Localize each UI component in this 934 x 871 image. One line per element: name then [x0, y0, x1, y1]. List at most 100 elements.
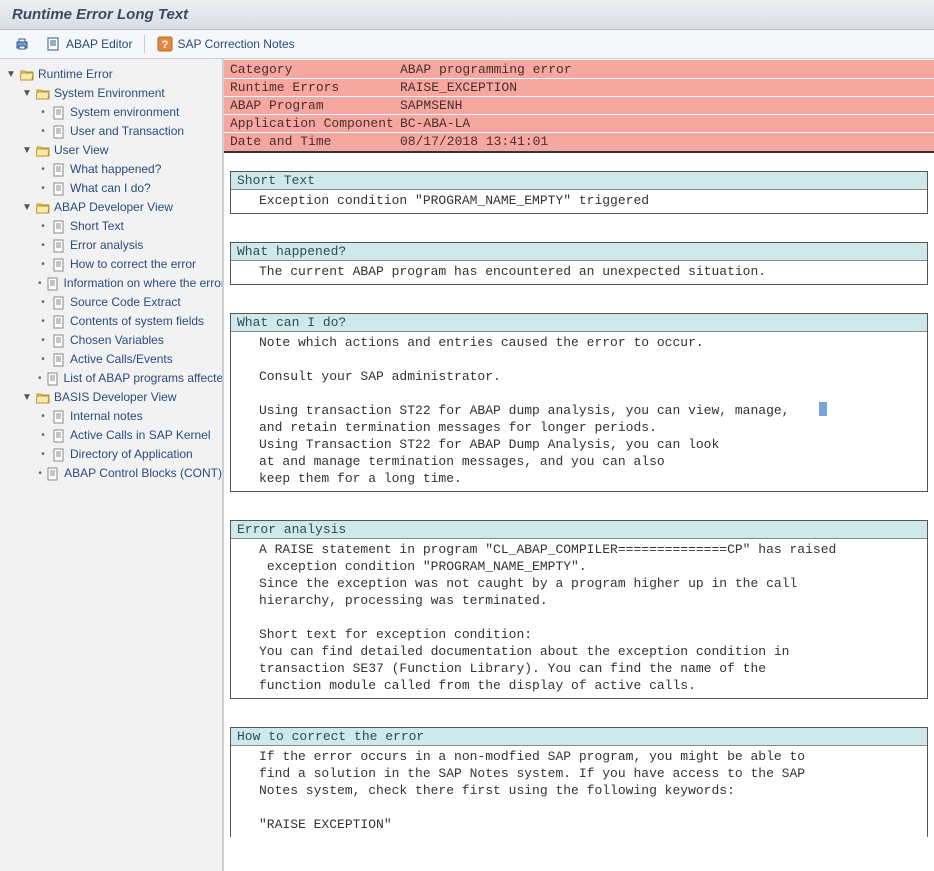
document-icon [46, 277, 60, 291]
tree-user-view[interactable]: ▼ User View [22, 141, 222, 160]
section-what-happened: What happened? The current ABAP program … [230, 242, 928, 285]
bullet-icon: • [38, 275, 42, 292]
section-header: What can I do? [231, 314, 927, 332]
tree-label: User and Transaction [70, 123, 184, 140]
section-body: Exception condition "PROGRAM_NAME_EMPTY"… [231, 190, 927, 213]
chevron-down-icon[interactable]: ▼ [22, 146, 32, 156]
tree-item[interactable]: • Internal notes [38, 407, 222, 426]
tree-item[interactable]: • Error analysis [38, 236, 222, 255]
tree-item[interactable]: •What happened? [38, 160, 222, 179]
document-icon [52, 448, 66, 462]
bullet-icon: • [38, 332, 48, 349]
bullet-icon: • [38, 351, 48, 368]
bullet-icon: • [38, 256, 48, 273]
tree-label: Source Code Extract [70, 294, 181, 311]
section-header: Short Text [231, 172, 927, 190]
document-icon [46, 467, 60, 481]
tree-item[interactable]: • Chosen Variables [38, 331, 222, 350]
document-icon [52, 125, 66, 139]
tree-label: Information on where the error occurred [64, 275, 223, 292]
tree-item[interactable]: • Active Calls/Events [38, 350, 222, 369]
document-icon [52, 429, 66, 443]
tree-label: How to correct the error [70, 256, 196, 273]
tree-label: Runtime Error [38, 66, 113, 83]
bullet-icon: • [38, 237, 48, 254]
chevron-down-icon[interactable]: ▼ [22, 393, 32, 403]
section-body: A RAISE statement in program "CL_ABAP_CO… [231, 539, 927, 698]
folder-open-icon [36, 87, 50, 101]
tree-item[interactable]: • System environment [38, 103, 222, 122]
section-body: The current ABAP program has encountered… [231, 261, 927, 284]
kv-value: BC-ABA-LA [400, 115, 470, 132]
error-header-block: CategoryABAP programming error Runtime E… [224, 60, 934, 153]
document-icon [46, 372, 60, 386]
tree-label: System environment [70, 104, 179, 121]
bullet-icon: • [38, 104, 48, 121]
tree-basis-developer-view[interactable]: ▼ BASIS Developer View [22, 388, 222, 407]
tree-item[interactable]: • ABAP Control Blocks (CONT) [38, 464, 222, 483]
tree-label: Short Text [70, 218, 124, 235]
tree-label: ABAP Developer View [54, 199, 173, 216]
bullet-icon: • [38, 180, 48, 197]
toolbar: ABAP Editor ? SAP Correction Notes [0, 30, 934, 59]
text-cursor [819, 402, 827, 416]
tree-item[interactable]: • Source Code Extract [38, 293, 222, 312]
folder-open-icon [36, 144, 50, 158]
document-icon [52, 315, 66, 329]
navigation-tree: ▼ Runtime Error ▼ System Environment • Sy… [0, 59, 223, 871]
bullet-icon: • [38, 408, 48, 425]
folder-open-icon [36, 391, 50, 405]
section-how-to-correct: How to correct the error If the error oc… [230, 727, 928, 837]
bullet-icon: • [38, 123, 48, 140]
document-icon [52, 353, 66, 367]
tree-label: Active Calls/Events [70, 351, 173, 368]
tree-label: Chosen Variables [70, 332, 164, 349]
bullet-icon: • [38, 427, 48, 444]
tree-item[interactable]: • Short Text [38, 217, 222, 236]
tree-label: ABAP Control Blocks (CONT) [64, 465, 222, 482]
tree-label: Directory of Application [70, 446, 193, 463]
tree-item[interactable]: • How to correct the error [38, 255, 222, 274]
tree-root-runtime-error[interactable]: ▼ Runtime Error [6, 65, 222, 84]
tree-label: What can I do? [70, 180, 151, 197]
svg-text:?: ? [162, 39, 169, 51]
tree-label: User View [54, 142, 108, 159]
chevron-down-icon[interactable]: ▼ [22, 89, 32, 99]
bullet-icon: • [38, 465, 42, 482]
kv-value: SAPMSENH [400, 97, 462, 114]
tree-label: Internal notes [70, 408, 143, 425]
tree-label: Active Calls in SAP Kernel [70, 427, 211, 444]
sap-correction-notes-button[interactable]: ? SAP Correction Notes [153, 34, 298, 54]
bullet-icon: • [38, 161, 48, 178]
section-header: How to correct the error [231, 728, 927, 746]
document-icon [52, 410, 66, 424]
abap-editor-button[interactable]: ABAP Editor [42, 34, 136, 54]
tree-item[interactable]: • User and Transaction [38, 122, 222, 141]
section-short-text: Short Text Exception condition "PROGRAM_… [230, 171, 928, 214]
print-icon[interactable] [10, 34, 34, 54]
chevron-down-icon[interactable]: ▼ [6, 70, 16, 80]
tree-label: Error analysis [70, 237, 143, 254]
kv-key: Runtime Errors [230, 79, 400, 96]
kv-key: Category [230, 61, 400, 78]
tree-item[interactable]: •Contents of system fields [38, 312, 222, 331]
bullet-icon: • [38, 218, 48, 235]
tree-item[interactable]: • What can I do? [38, 179, 222, 198]
tree-system-environment[interactable]: ▼ System Environment [22, 84, 222, 103]
tree-item[interactable]: •List of ABAP programs affected [38, 369, 222, 388]
tree-label: List of ABAP programs affected [64, 370, 223, 387]
sap-notes-label: SAP Correction Notes [177, 37, 294, 51]
tree-item[interactable]: • Information on where the error occurred [38, 274, 222, 293]
section-body: If the error occurs in a non-modfied SAP… [231, 746, 927, 837]
window-title: Runtime Error Long Text [0, 0, 934, 30]
document-icon [52, 296, 66, 310]
kv-value: 08/17/2018 13:41:01 [400, 133, 548, 150]
kv-key: Date and Time [230, 133, 400, 150]
tree-abap-developer-view[interactable]: ▼ ABAP Developer View [22, 198, 222, 217]
chevron-down-icon[interactable]: ▼ [22, 203, 32, 213]
tree-item[interactable]: •Directory of Application [38, 445, 222, 464]
tree-item[interactable]: • Active Calls in SAP Kernel [38, 426, 222, 445]
kv-key: ABAP Program [230, 97, 400, 114]
bullet-icon: • [38, 294, 48, 311]
tree-label: Contents of system fields [70, 313, 204, 330]
